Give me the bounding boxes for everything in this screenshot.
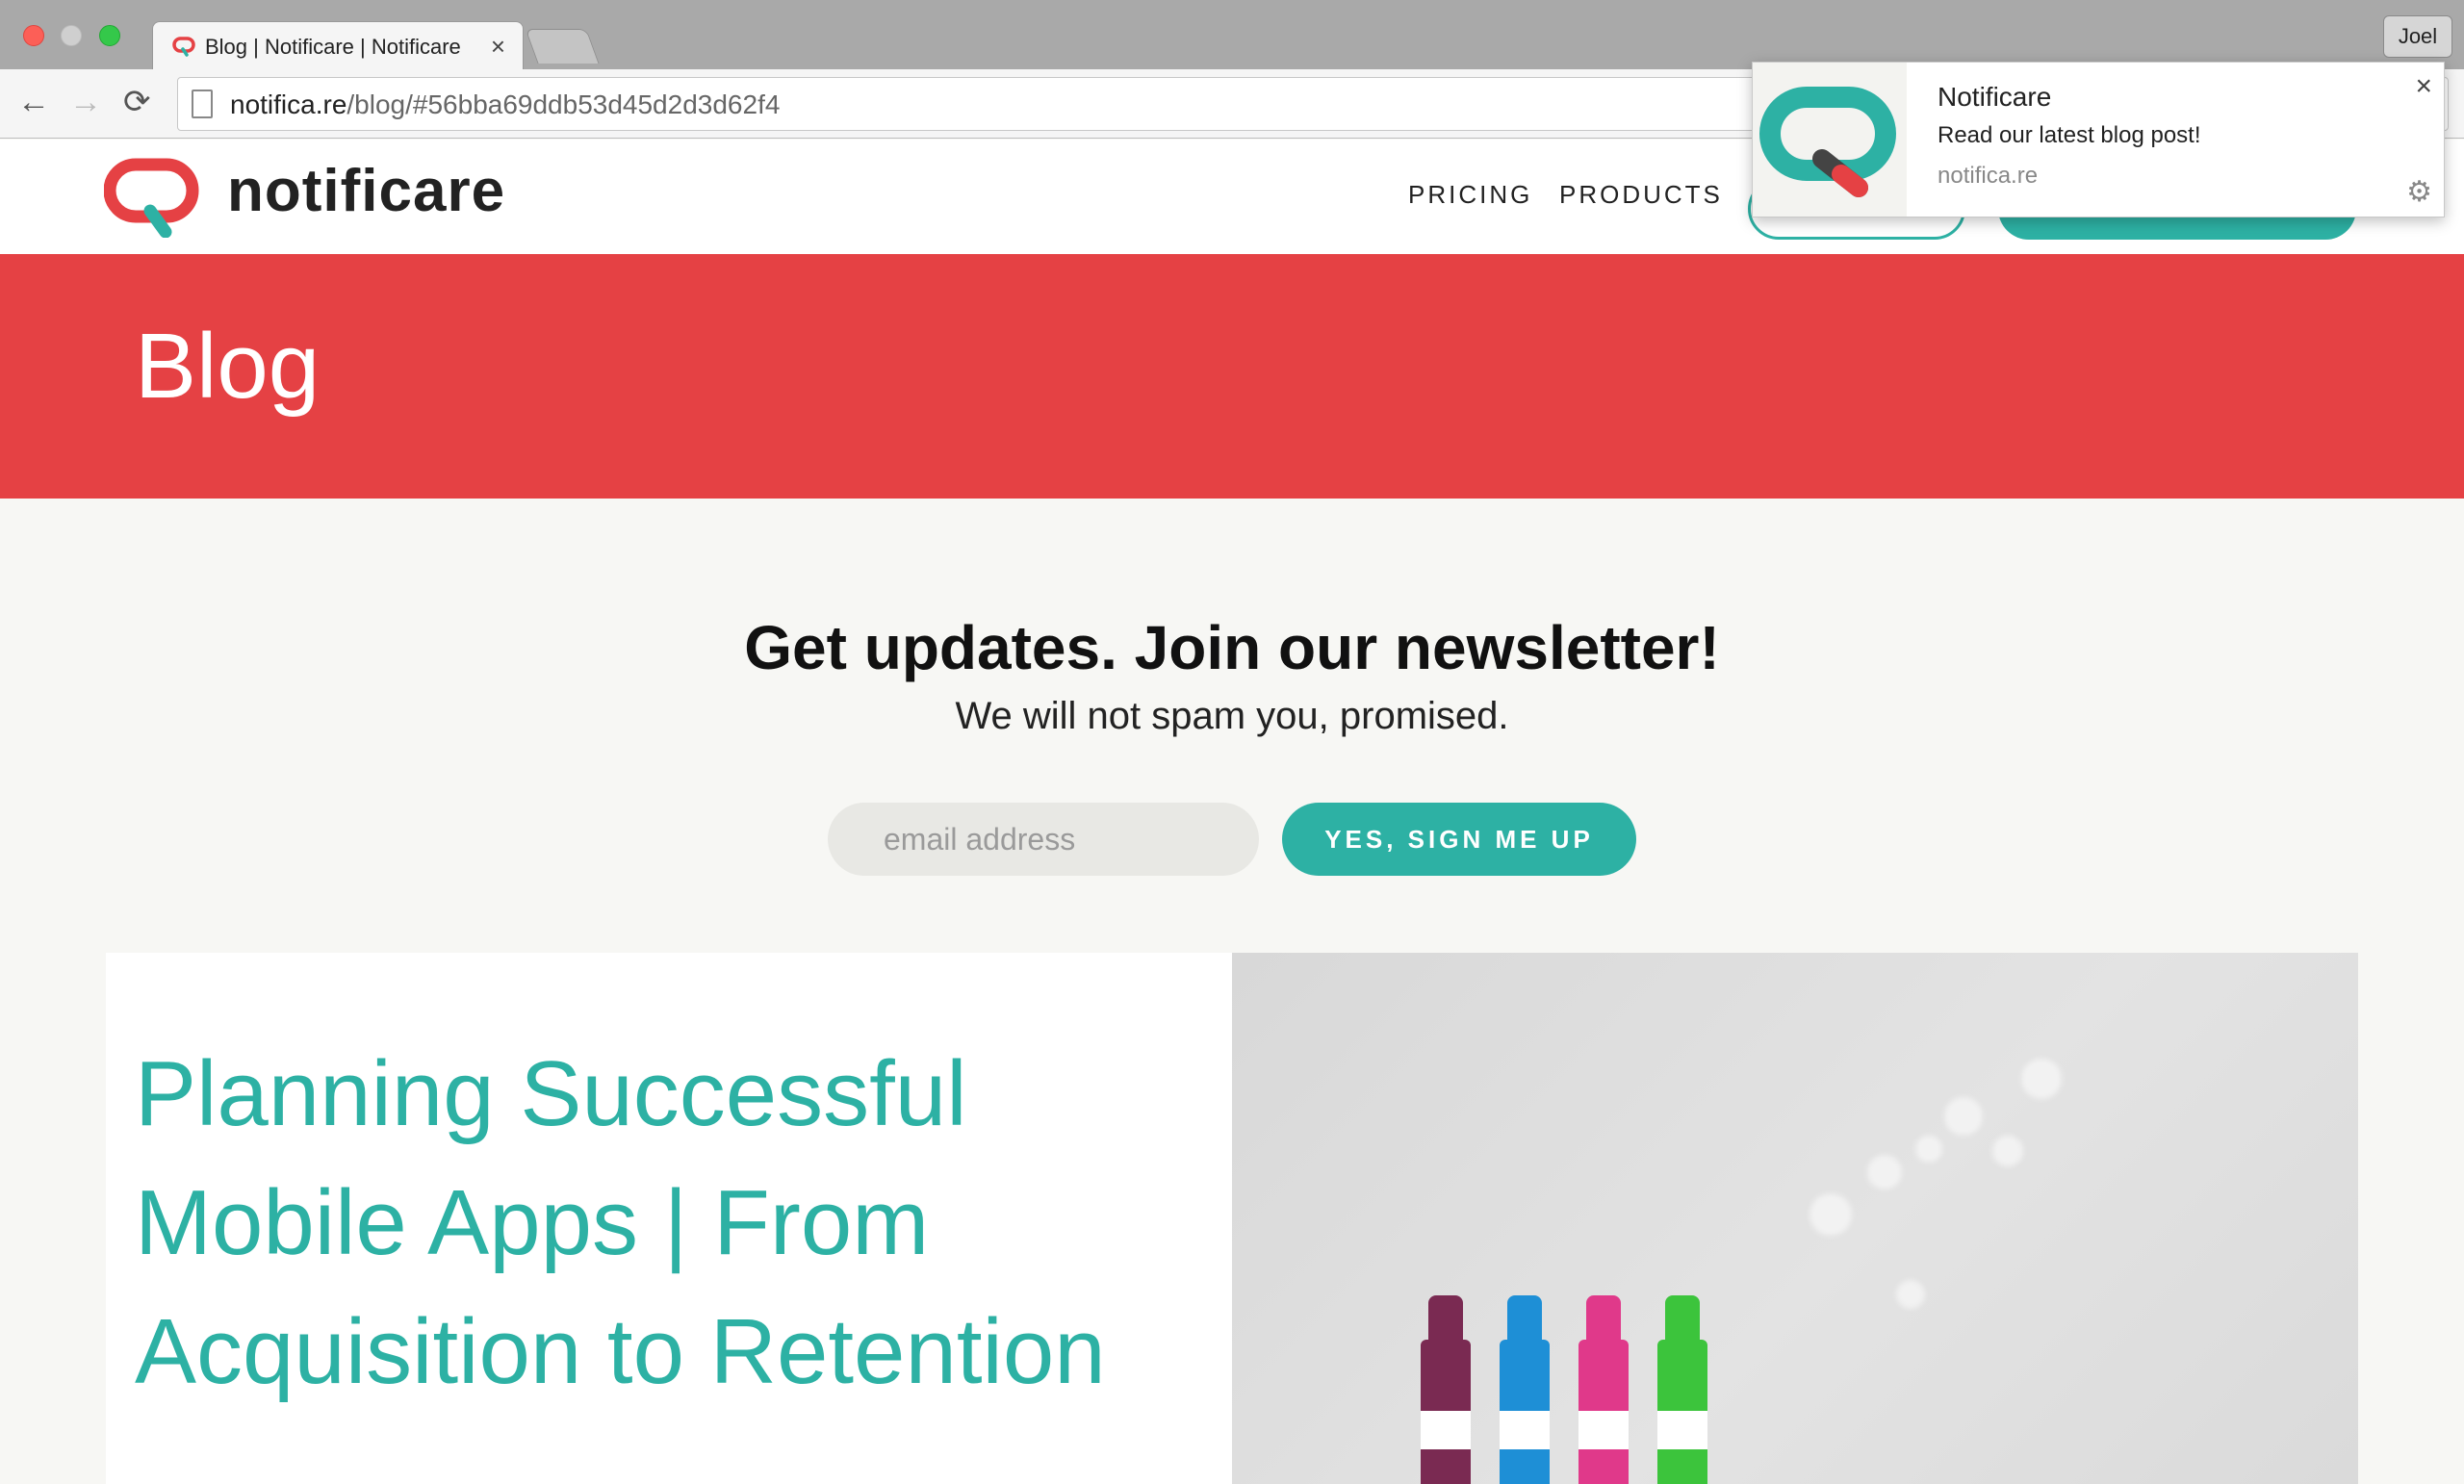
url-path: /blog/#56bba69ddb53d45d2d3d62f4 bbox=[346, 90, 781, 119]
close-icon[interactable]: × bbox=[491, 32, 505, 62]
hero-banner: Blog bbox=[0, 254, 2464, 499]
notification-origin: notifica.re bbox=[1938, 163, 2039, 189]
post-title[interactable]: Planning Successful Mobile Apps | From A… bbox=[135, 1030, 1213, 1417]
desktop-notification[interactable]: Notificare Read our latest blog post! no… bbox=[1752, 62, 2445, 217]
newsletter-subtitle: We will not spam you, promised. bbox=[955, 695, 1509, 737]
bokeh-light bbox=[1944, 1097, 1983, 1136]
window-close-button[interactable] bbox=[23, 25, 44, 46]
browser-tab-strip: Blog | Notificare | Notificare × Joel bbox=[0, 0, 2464, 69]
marker-green bbox=[1657, 1295, 1707, 1484]
back-arrow-icon[interactable]: ← bbox=[17, 83, 50, 121]
profile-button[interactable]: Joel bbox=[2383, 15, 2452, 58]
tab-blog[interactable]: Blog | Notificare | Notificare × bbox=[152, 21, 524, 69]
marker-blue bbox=[1500, 1295, 1550, 1484]
nav-pricing[interactable]: PRICING bbox=[1408, 180, 1532, 210]
bokeh-light bbox=[1915, 1136, 1942, 1163]
notification-icon-area bbox=[1753, 63, 1907, 217]
window-zoom-button[interactable] bbox=[99, 25, 120, 46]
new-tab-button[interactable] bbox=[525, 29, 600, 64]
notificare-logo-icon bbox=[1759, 87, 1896, 197]
notificare-favicon-icon bbox=[172, 37, 195, 57]
newsletter-title: Get updates. Join our newsletter! bbox=[744, 613, 1720, 682]
notification-title: Notificare bbox=[1938, 82, 2052, 112]
post-image[interactable] bbox=[1232, 953, 2358, 1484]
nav-products[interactable]: PRODUCTS bbox=[1559, 180, 1723, 210]
bokeh-light bbox=[1867, 1155, 1902, 1190]
tab-title: Blog | Notificare | Notificare bbox=[205, 35, 461, 59]
marker-purple bbox=[1421, 1295, 1471, 1484]
signup-button[interactable]: YES, SIGN ME UP bbox=[1282, 803, 1636, 876]
reload-icon[interactable]: ⟳ bbox=[123, 83, 151, 121]
page-icon bbox=[192, 90, 213, 118]
url-host: notifica.re bbox=[230, 90, 347, 119]
window-minimize-button[interactable] bbox=[61, 25, 82, 46]
bokeh-light bbox=[1810, 1193, 1852, 1236]
post-card[interactable]: Planning Successful Mobile Apps | From A… bbox=[106, 953, 1232, 1484]
url-text[interactable]: notifica.re/blog/#56bba69ddb53d45d2d3d62… bbox=[230, 90, 780, 120]
logo-text[interactable]: notificare bbox=[227, 157, 505, 225]
page-title: Blog bbox=[135, 315, 321, 418]
bokeh-light bbox=[1992, 1136, 2023, 1166]
bokeh-light bbox=[1896, 1280, 1925, 1309]
marker-pink bbox=[1578, 1295, 1629, 1484]
email-field[interactable] bbox=[828, 803, 1259, 876]
notification-body: Read our latest blog post! bbox=[1938, 122, 2201, 148]
bokeh-light bbox=[2021, 1059, 2062, 1099]
gear-icon[interactable]: ⚙ bbox=[2406, 175, 2432, 209]
close-icon[interactable]: × bbox=[2415, 70, 2432, 103]
notificare-logo-icon[interactable] bbox=[104, 157, 200, 238]
forward-arrow-icon[interactable]: → bbox=[69, 83, 102, 121]
